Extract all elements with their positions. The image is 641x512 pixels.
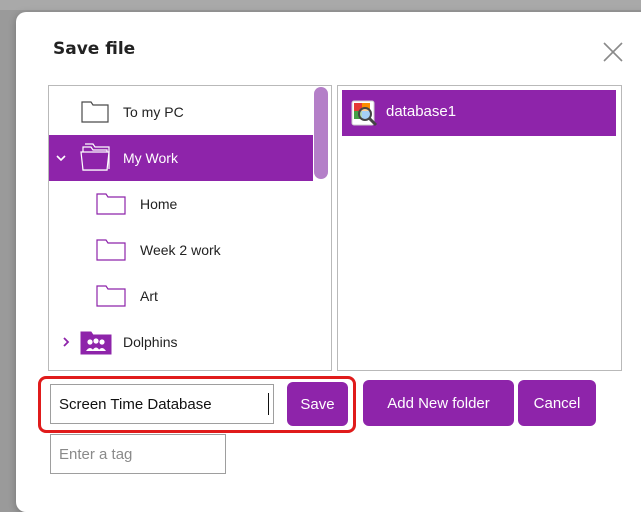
tree-item-to-my-pc[interactable]: To my PC bbox=[49, 89, 313, 135]
folder-icon bbox=[96, 285, 126, 307]
tree-item-label: My Work bbox=[123, 150, 178, 166]
filename-input[interactable] bbox=[50, 384, 274, 424]
file-item-label: database1 bbox=[386, 103, 457, 120]
chevron-down-icon[interactable] bbox=[56, 153, 66, 163]
tag-input[interactable] bbox=[50, 434, 226, 474]
folder-icon bbox=[96, 193, 126, 215]
tree-item-label: Home bbox=[140, 196, 178, 212]
tree-scrollbar[interactable] bbox=[314, 87, 328, 179]
tree-item-label: Dolphins bbox=[123, 334, 178, 350]
folder-tree[interactable]: To my PC My Work Home Week 2 work Art Do… bbox=[48, 85, 332, 371]
add-new-folder-button[interactable]: Add New folder bbox=[363, 380, 514, 426]
tree-item-home[interactable]: Home bbox=[49, 181, 313, 227]
cancel-button[interactable]: Cancel bbox=[518, 380, 596, 426]
dialog-title: Save file bbox=[53, 39, 136, 59]
folder-icon bbox=[81, 101, 109, 123]
tree-item-art[interactable]: Art bbox=[49, 273, 313, 319]
group-folder-icon bbox=[80, 331, 112, 355]
chevron-right-icon[interactable] bbox=[61, 337, 71, 347]
folder-icon bbox=[96, 239, 126, 261]
open-folder-icon bbox=[80, 143, 110, 171]
save-button[interactable]: Save bbox=[287, 382, 348, 426]
tree-item-my-work[interactable]: My Work bbox=[49, 135, 313, 181]
file-list[interactable]: database1 bbox=[337, 85, 622, 371]
close-icon[interactable] bbox=[601, 40, 625, 64]
text-caret bbox=[268, 393, 269, 415]
tree-item-label: Art bbox=[140, 288, 158, 304]
tree-item-label: To my PC bbox=[123, 104, 184, 120]
tree-item-week-2-work[interactable]: Week 2 work bbox=[49, 227, 313, 273]
tree-item-dolphins[interactable]: Dolphins bbox=[49, 319, 313, 365]
tree-item-label: Week 2 work bbox=[140, 242, 221, 258]
file-item-database1[interactable]: database1 bbox=[342, 90, 616, 136]
window-top-bar bbox=[0, 0, 641, 10]
database-file-icon bbox=[351, 100, 378, 127]
